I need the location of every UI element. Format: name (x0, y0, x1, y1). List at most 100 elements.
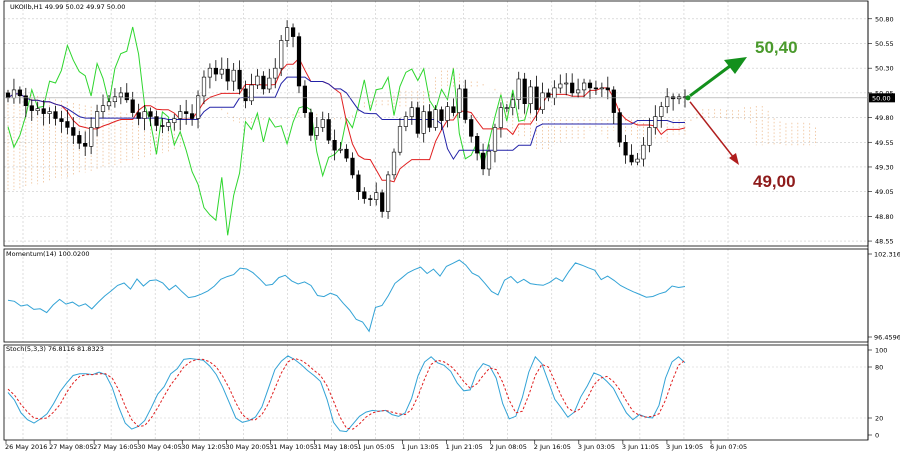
candle-body (160, 125, 165, 127)
candle-body (338, 148, 343, 151)
x-tick-label: 30 May 12:05 (181, 443, 226, 451)
x-tick-label: 27 May 08:05 (49, 443, 94, 451)
candle (617, 108, 622, 148)
candle-body (231, 69, 236, 82)
candle-body (605, 87, 610, 91)
candle-body (629, 154, 634, 163)
candle-body (41, 108, 46, 114)
current-price-tag: 50.00 (872, 94, 891, 102)
main-chart-header: UKOIlb,H1 49.99 50.02 49.97 50.00 (10, 3, 125, 11)
candle-body (284, 27, 290, 41)
y-tick-label: 49.30 (875, 163, 894, 171)
y-tick-label: 49.80 (875, 114, 894, 122)
stoch-y-tick-label: 100 (875, 347, 887, 355)
candle-body (184, 111, 189, 114)
candle-body (302, 85, 308, 114)
candle-body (207, 67, 213, 78)
candle-body (17, 89, 23, 97)
x-tick-label: 3 Jun 03:05 (578, 443, 615, 451)
candle-body (653, 116, 658, 128)
candle-body (492, 127, 498, 152)
candle-body (124, 92, 129, 101)
candle-body (243, 88, 248, 102)
candle-body (142, 111, 147, 119)
candle-body (332, 140, 337, 151)
candle-body (409, 107, 414, 117)
chart-root: 26 May 2016 27 May 08:05 27 May 16:05 30 Ma… (0, 0, 900, 454)
candle-body (504, 107, 510, 109)
candle-body (397, 126, 403, 153)
x-tick-label: 1 Jun 05:05 (358, 443, 395, 451)
candle-body (433, 109, 438, 128)
candle-body (136, 112, 141, 119)
candle-body (95, 111, 100, 128)
stoch-y-tick-label: 20 (875, 415, 883, 423)
y-tick-label: 50.30 (875, 65, 894, 73)
candle-body (267, 77, 272, 90)
candle-body (641, 144, 646, 160)
candle-body (249, 84, 254, 102)
candle-body (451, 106, 456, 113)
x-tick-label: 26 May 2016 (5, 443, 47, 451)
candle-body (118, 92, 123, 98)
candle-body (380, 192, 385, 212)
stoch-header: Stoch(5,3,3) 76.8116 81.8323 (6, 345, 104, 353)
candle-body (326, 119, 331, 141)
candle-body (403, 116, 409, 127)
candle-body (445, 106, 450, 121)
x-tick-label: 2 Jun 08:05 (490, 443, 527, 451)
candle-body (106, 101, 112, 107)
candle-body (647, 127, 652, 146)
candle-body (421, 111, 426, 134)
candle-body (23, 95, 28, 107)
candle-body (172, 118, 177, 123)
candle-body (510, 99, 515, 109)
candle-body (290, 27, 296, 37)
candle (385, 171, 391, 219)
x-tick-label: 3 Jun 19:05 (666, 443, 703, 451)
candle-body (344, 148, 349, 159)
candle-body (558, 83, 563, 89)
candle-body (623, 142, 628, 156)
candle-body (528, 86, 533, 105)
candle-body (219, 68, 224, 75)
candle-body (5, 92, 11, 99)
candle-body (237, 69, 242, 90)
candle-body (314, 127, 319, 136)
candle-body (439, 109, 444, 121)
candle-body (89, 127, 94, 147)
candle-body (225, 68, 230, 82)
candle-body (391, 151, 397, 176)
candle-body (516, 78, 521, 101)
candle-body (53, 111, 58, 119)
candle-body (320, 119, 325, 128)
candle-body (475, 136, 480, 154)
candle-body (65, 121, 70, 128)
momentum-y-tick-label: 102.3162 (874, 251, 900, 259)
up-target-label: 50,40 (755, 38, 798, 57)
candle-body (154, 116, 159, 126)
candle-body (385, 174, 391, 212)
candle-body (427, 111, 432, 128)
y-tick-label: 48.80 (875, 213, 894, 221)
down-target-label: 49,00 (753, 172, 796, 191)
candle-body (564, 82, 569, 85)
candle-body (575, 89, 581, 94)
y-tick-label: 50.55 (875, 40, 894, 48)
candle-body (296, 36, 302, 87)
candle-body (130, 99, 135, 113)
candle-body (350, 157, 355, 176)
candle-body (480, 152, 486, 170)
candle-body (178, 111, 183, 119)
candle-body (617, 112, 622, 143)
candle-body (35, 108, 40, 111)
candle-body (534, 86, 539, 110)
y-tick-label: 49.05 (875, 188, 894, 196)
candle-body (581, 82, 587, 91)
candle-body (59, 118, 64, 122)
y-tick-label: 49.55 (875, 139, 894, 147)
candle-body (587, 82, 593, 89)
candle-body (29, 105, 34, 111)
x-tick-label: 1 Jun 21:05 (446, 443, 483, 451)
candle-body (374, 192, 379, 200)
